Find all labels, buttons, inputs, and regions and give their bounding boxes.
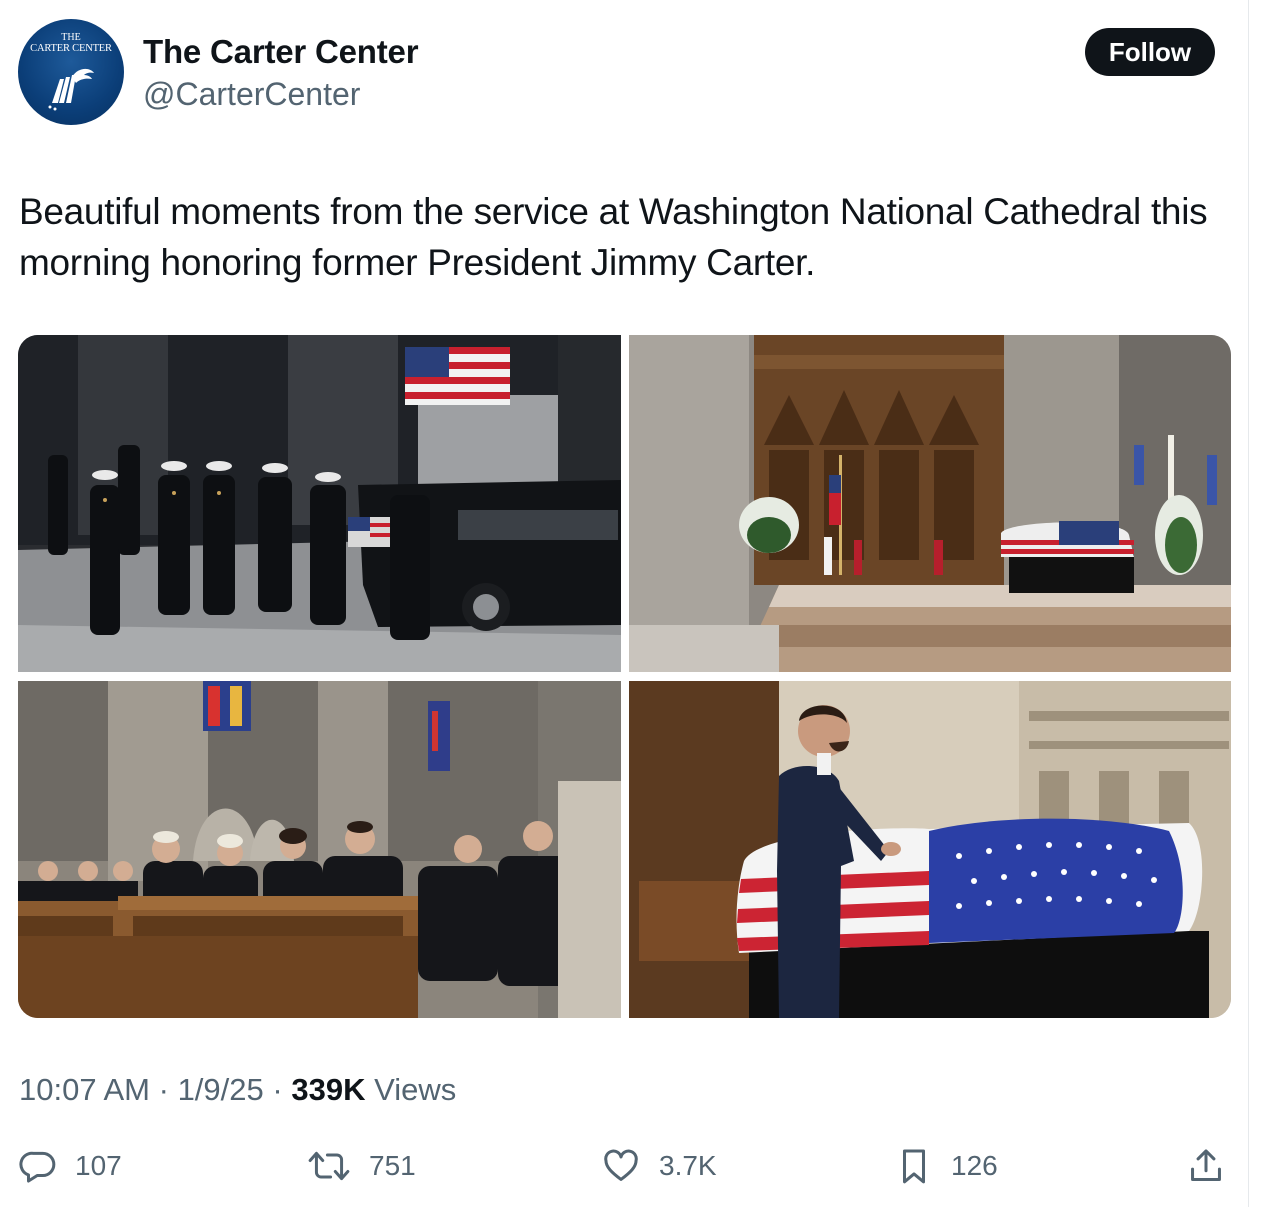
repost-icon: [308, 1151, 350, 1181]
avatar-logo-line1: THE: [61, 32, 81, 43]
tweet-time[interactable]: 10:07 AM: [19, 1072, 150, 1107]
user-handle[interactable]: @CarterCenter: [143, 76, 360, 112]
pews-attendees-photo[interactable]: [18, 681, 621, 1018]
meta-separator-2: ·: [272, 1072, 283, 1107]
views-label: Views: [374, 1072, 457, 1107]
tweet-meta: 10:07 AM · 1/9/25 · 339K Views: [19, 1070, 456, 1110]
flag-draped-casket-photo[interactable]: [629, 681, 1231, 1018]
follow-button[interactable]: Follow: [1085, 28, 1215, 76]
views-count: 339K: [291, 1072, 366, 1107]
avatar[interactable]: THE CARTER CENTER: [18, 19, 124, 125]
like-button[interactable]: 3.7K: [601, 1146, 717, 1186]
meta-separator: ·: [158, 1072, 169, 1107]
honor-guard-photo[interactable]: [18, 335, 621, 672]
cathedral-altar-photo[interactable]: [629, 335, 1231, 672]
reply-count: 107: [75, 1150, 122, 1181]
like-icon: [604, 1149, 638, 1181]
eagle-logo-icon: [48, 68, 94, 111]
share-icon: [1191, 1149, 1221, 1181]
column-divider: [1248, 0, 1249, 1207]
like-count: 3.7K: [659, 1150, 717, 1181]
media-grid: [18, 335, 1231, 1018]
bookmark-button[interactable]: 126: [895, 1146, 998, 1186]
tweet-text: Beautiful moments from the service at Wa…: [19, 191, 1208, 283]
tweet-date[interactable]: 1/9/25: [178, 1072, 264, 1107]
reply-icon: [19, 1151, 56, 1183]
bookmark-icon: [902, 1149, 926, 1184]
bookmark-count: 126: [951, 1150, 998, 1181]
share-button[interactable]: [1187, 1146, 1243, 1186]
avatar-logo-line2: CARTER CENTER: [30, 43, 112, 54]
display-name[interactable]: The Carter Center: [143, 33, 419, 71]
repost-count: 751: [369, 1150, 416, 1181]
repost-button[interactable]: 751: [307, 1146, 416, 1186]
reply-button[interactable]: 107: [19, 1146, 122, 1186]
